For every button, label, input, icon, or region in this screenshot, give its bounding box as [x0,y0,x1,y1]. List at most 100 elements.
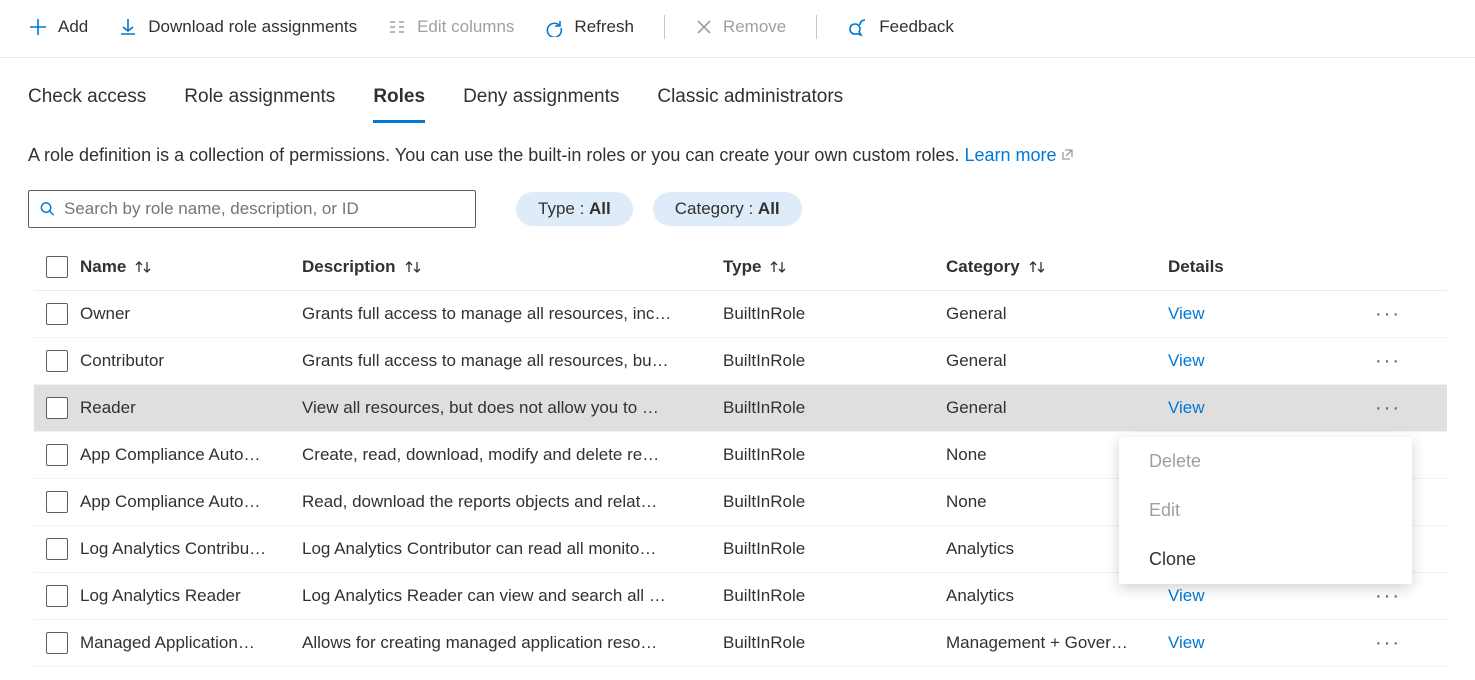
feedback-icon [847,16,869,38]
type-filter-label: Type : [538,199,589,218]
view-link[interactable]: View [1168,586,1205,605]
type-filter[interactable]: Type : All [516,192,633,226]
cell-description: Read, download the reports objects and r… [302,492,723,512]
menu-item-delete: Delete [1119,437,1412,486]
row-checkbox[interactable] [46,538,68,560]
row-checkbox[interactable] [46,491,68,513]
view-link[interactable]: View [1168,398,1205,417]
column-type-label: Type [723,257,761,277]
command-bar: Add Download role assignments Edit colum… [0,0,1475,58]
category-filter-label: Category : [675,199,758,218]
sort-icon [1028,259,1046,275]
remove-label: Remove [723,17,786,37]
filter-pills: Type : All Category : All [516,192,802,226]
row-checkbox[interactable] [46,350,68,372]
cell-description: Grants full access to manage all resourc… [302,304,723,324]
tab-bar: Check access Role assignments Roles Deny… [0,58,1475,123]
cell-name: Log Analytics Contribu… [80,539,302,559]
filters-row: Type : All Category : All [0,166,1475,228]
table-row[interactable]: ReaderView all resources, but does not a… [34,385,1447,432]
add-button[interactable]: Add [28,17,88,37]
download-icon [118,17,138,37]
cell-category: General [946,351,1168,371]
sort-icon [134,259,152,275]
cell-description: Log Analytics Reader can view and search… [302,586,723,606]
column-header-description[interactable]: Description [302,257,723,277]
view-link[interactable]: View [1168,304,1205,323]
download-button[interactable]: Download role assignments [118,17,357,37]
row-checkbox[interactable] [46,632,68,654]
cell-type: BuiltInRole [723,351,946,371]
type-filter-value: All [589,199,611,218]
column-category-label: Category [946,257,1020,277]
menu-item-clone[interactable]: Clone [1119,535,1412,584]
cell-description: Grants full access to manage all resourc… [302,351,723,371]
column-header-details: Details [1168,257,1368,277]
table-row[interactable]: ContributorGrants full access to manage … [34,338,1447,385]
refresh-button[interactable]: Refresh [544,17,634,37]
table-row[interactable]: OwnerGrants full access to manage all re… [34,291,1447,338]
separator [664,15,665,39]
cell-type: BuiltInRole [723,492,946,512]
column-header-category[interactable]: Category [946,257,1168,277]
category-filter-value: All [758,199,780,218]
add-label: Add [58,17,88,37]
feedback-button[interactable]: Feedback [847,16,954,38]
cell-name: App Compliance Auto… [80,492,302,512]
cell-type: BuiltInRole [723,539,946,559]
row-checkbox[interactable] [46,444,68,466]
cell-name: App Compliance Auto… [80,445,302,465]
tab-roles[interactable]: Roles [373,86,425,123]
cell-name: Reader [80,398,302,418]
search-box[interactable] [28,190,476,228]
more-actions-button[interactable]: ··· [1375,303,1401,325]
view-link[interactable]: View [1168,351,1205,370]
more-actions-button[interactable]: ··· [1375,632,1401,654]
learn-more-label: Learn more [965,145,1057,165]
tab-deny-assignments[interactable]: Deny assignments [463,86,619,123]
row-checkbox[interactable] [46,303,68,325]
cell-type: BuiltInRole [723,633,946,653]
cell-name: Contributor [80,351,302,371]
row-checkbox[interactable] [46,585,68,607]
row-checkbox[interactable] [46,397,68,419]
plus-icon [28,17,48,37]
sort-icon [769,259,787,275]
table-row[interactable]: Managed Application…Allows for creating … [34,620,1447,667]
tab-role-assignments[interactable]: Role assignments [184,86,335,123]
cell-category: Analytics [946,586,1168,606]
learn-more-link[interactable]: Learn more [965,145,1074,165]
remove-button: Remove [695,17,786,37]
select-all-checkbox[interactable] [46,256,68,278]
cell-category: General [946,304,1168,324]
category-filter[interactable]: Category : All [653,192,802,226]
cell-category: General [946,398,1168,418]
menu-item-edit: Edit [1119,486,1412,535]
column-header-name[interactable]: Name [80,257,302,277]
cell-name: Log Analytics Reader [80,586,302,606]
column-details-label: Details [1168,257,1224,277]
cell-type: BuiltInRole [723,304,946,324]
columns-icon [387,17,407,37]
feedback-label: Feedback [879,17,954,37]
column-description-label: Description [302,257,396,277]
view-link[interactable]: View [1168,633,1205,652]
more-actions-button[interactable]: ··· [1375,350,1401,372]
search-icon [39,200,56,218]
more-actions-button[interactable]: ··· [1375,585,1401,607]
tab-check-access[interactable]: Check access [28,86,146,123]
description-text: A role definition is a collection of per… [28,145,965,165]
cell-name: Managed Application… [80,633,302,653]
refresh-label: Refresh [574,17,634,37]
close-icon [695,18,713,36]
separator [816,15,817,39]
download-label: Download role assignments [148,17,357,37]
column-name-label: Name [80,257,126,277]
tab-classic-admins[interactable]: Classic administrators [657,86,843,123]
column-header-type[interactable]: Type [723,257,946,277]
cell-description: View all resources, but does not allow y… [302,398,723,418]
cell-category: Management + Gover… [946,633,1168,653]
search-input[interactable] [64,199,465,219]
edit-columns-button: Edit columns [387,17,514,37]
more-actions-button[interactable]: ··· [1375,397,1401,419]
